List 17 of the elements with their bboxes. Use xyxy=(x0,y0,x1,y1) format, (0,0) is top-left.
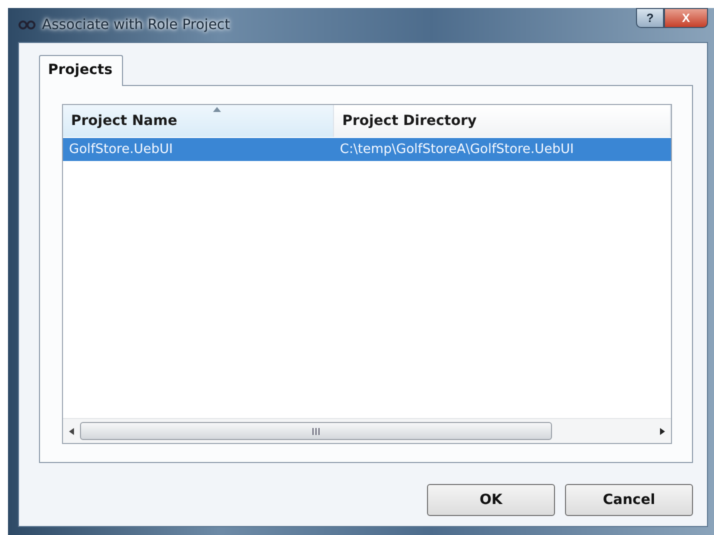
cancel-button[interactable]: Cancel xyxy=(565,484,693,516)
tab[interactable]: Projects xyxy=(39,55,124,86)
scroll-thumb[interactable] xyxy=(80,422,552,440)
table-cell-text: GolfStore.UebUI xyxy=(68,141,174,159)
window-title: Associate with Role Project xyxy=(42,17,230,33)
column-header[interactable]: Project Name xyxy=(63,105,334,137)
table-cell-text: C:\temp\GolfStoreA\GolfStore.UebUI xyxy=(338,141,575,159)
table-row[interactable]: GolfStore.UebUI C:\temp\GolfStoreA\GolfStore.UebUI xyxy=(63,138,671,161)
help-button[interactable]: ? xyxy=(636,8,664,28)
scroll-right-icon[interactable] xyxy=(660,428,665,434)
link-icon xyxy=(18,20,38,30)
sort-arrow-icon xyxy=(213,107,221,112)
ok-button[interactable]: OK xyxy=(427,484,555,516)
column-header[interactable]: Project Directory xyxy=(334,105,671,137)
horizontal-scrollbar[interactable] xyxy=(63,418,671,443)
scroll-left-icon[interactable] xyxy=(69,428,74,434)
grip-icon xyxy=(312,428,320,434)
